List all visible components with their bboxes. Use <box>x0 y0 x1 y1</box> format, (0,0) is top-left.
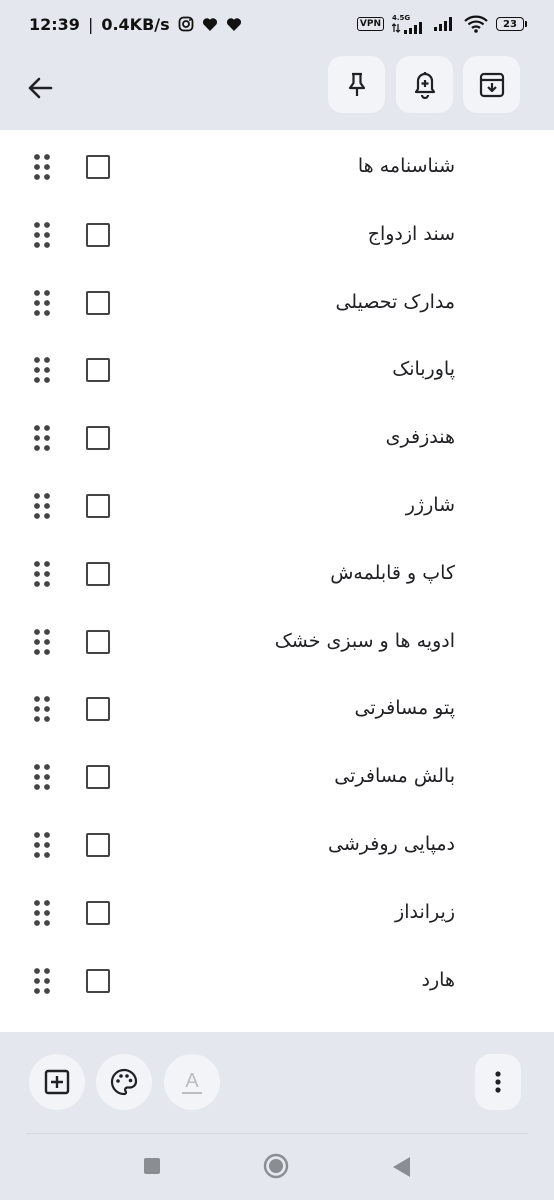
item-checkbox[interactable] <box>86 968 110 993</box>
drag-handle-icon[interactable] <box>33 695 51 723</box>
drag-handle-icon[interactable] <box>33 289 51 317</box>
network-speed: 0.4KB/s <box>101 14 170 34</box>
item-checkbox[interactable] <box>86 900 110 925</box>
text-format-icon: A <box>182 1071 202 1094</box>
add-box-icon <box>44 1069 70 1095</box>
arrow-back-icon <box>28 77 53 99</box>
drag-handle-icon[interactable] <box>33 560 51 588</box>
item-checkbox[interactable] <box>86 765 110 790</box>
item-checkbox[interactable] <box>86 426 110 451</box>
heart-icon <box>226 17 242 32</box>
archive-icon <box>479 72 504 97</box>
item-label[interactable]: سند ازدواج <box>368 220 455 248</box>
item-checkbox[interactable] <box>86 697 110 722</box>
text-format-button[interactable]: A <box>164 1054 220 1110</box>
more-vert-icon <box>495 1071 501 1093</box>
status-bar: 12:39 | 0.4KB/s VPN 4.5G 23 <box>0 0 554 48</box>
network-type: 4.5G <box>392 14 411 22</box>
battery-icon: 23 <box>496 17 527 31</box>
pin-button[interactable] <box>328 56 385 113</box>
checklist-item[interactable]: هندزفری <box>0 403 554 471</box>
system-nav-bar <box>0 1134 554 1200</box>
battery-level: 23 <box>503 18 517 30</box>
checklist-item[interactable]: هارد <box>0 946 554 1014</box>
checklist-item[interactable]: شارژر <box>0 471 554 539</box>
status-separator: | <box>87 14 94 34</box>
item-label[interactable]: ادویه ها و سبزی خشک <box>275 627 455 655</box>
item-label[interactable]: پتو مسافرتی <box>355 694 455 722</box>
item-checkbox[interactable] <box>86 629 110 654</box>
item-checkbox[interactable] <box>86 833 110 857</box>
palette-icon <box>110 1068 138 1096</box>
checklist-item[interactable]: شناسنامه ها <box>0 132 554 200</box>
item-label[interactable]: دمپایی روفرشی <box>328 830 455 858</box>
signal-bars-icon <box>434 17 456 31</box>
checklist-item[interactable]: سند ازدواج <box>0 200 554 268</box>
drag-handle-icon[interactable] <box>33 356 51 384</box>
item-label[interactable]: شناسنامه ها <box>358 152 455 180</box>
archive-button[interactable] <box>463 56 520 113</box>
checklist-item[interactable]: مدارک تحصیلی <box>0 268 554 336</box>
item-label[interactable]: زیرانداز <box>395 898 455 926</box>
palette-button[interactable] <box>96 1054 152 1110</box>
checklist-item[interactable]: پاوربانک <box>0 335 554 403</box>
checklist-item[interactable]: ادویه ها و سبزی خشک <box>0 607 554 675</box>
item-label[interactable]: هارد <box>422 966 455 994</box>
item-checkbox[interactable] <box>86 290 110 315</box>
checklist-item[interactable]: بالش مسافرتی <box>0 742 554 810</box>
heart-icon <box>202 17 218 32</box>
back-button[interactable] <box>18 66 62 110</box>
item-label[interactable]: بالش مسافرتی <box>334 762 455 790</box>
bell-plus-icon <box>414 71 435 99</box>
item-checkbox[interactable] <box>86 494 110 518</box>
checklist-item[interactable]: کاپ و قابلمه‌ش <box>0 539 554 607</box>
drag-handle-icon[interactable] <box>33 424 51 452</box>
drag-handle-icon[interactable] <box>33 628 51 656</box>
wifi-icon <box>464 15 488 33</box>
mobile-signal-icon: 4.5G <box>392 14 426 34</box>
item-checkbox[interactable] <box>86 222 110 247</box>
recents-button[interactable] <box>144 1158 160 1174</box>
drag-handle-icon[interactable] <box>33 967 51 995</box>
item-checkbox[interactable] <box>86 155 110 179</box>
drag-handle-icon[interactable] <box>33 763 51 791</box>
bottom-bar: A <box>0 1032 554 1134</box>
clock: 12:39 <box>29 14 80 34</box>
pin-icon <box>348 72 365 96</box>
checklist: شناسنامه ها سند ازدواج مدارک تحصیلی پاوربان… <box>0 130 554 1032</box>
drag-handle-icon[interactable] <box>33 153 51 181</box>
drag-handle-icon[interactable] <box>33 492 51 520</box>
checklist-item[interactable]: دمپایی روفرشی <box>0 810 554 878</box>
item-label[interactable]: مدارک تحصیلی <box>335 288 455 316</box>
checklist-item[interactable]: زیرانداز <box>0 878 554 946</box>
checklist-item[interactable]: پتو مسافرتی <box>0 674 554 742</box>
system-back-button[interactable] <box>391 1156 411 1178</box>
item-label[interactable]: شارژر <box>406 491 455 519</box>
more-options-button[interactable] <box>475 1054 521 1110</box>
add-button[interactable] <box>29 1054 85 1110</box>
drag-handle-icon[interactable] <box>33 899 51 927</box>
instagram-icon <box>178 16 194 32</box>
home-button[interactable] <box>263 1153 289 1179</box>
toolbar <box>0 48 554 130</box>
status-right: VPN 4.5G 23 <box>356 14 527 34</box>
vpn-badge: VPN <box>356 17 384 31</box>
text-format-glyph: A <box>185 1069 199 1092</box>
item-label[interactable]: هندزفری <box>386 423 455 451</box>
item-checkbox[interactable] <box>86 358 110 383</box>
item-label[interactable]: پاوربانک <box>392 355 455 383</box>
item-label[interactable]: کاپ و قابلمه‌ش <box>330 559 455 587</box>
status-left: 12:39 | 0.4KB/s <box>29 15 242 34</box>
drag-handle-icon[interactable] <box>33 831 51 859</box>
drag-handle-icon[interactable] <box>33 221 51 249</box>
reminder-button[interactable] <box>396 56 453 113</box>
item-checkbox[interactable] <box>86 561 110 586</box>
